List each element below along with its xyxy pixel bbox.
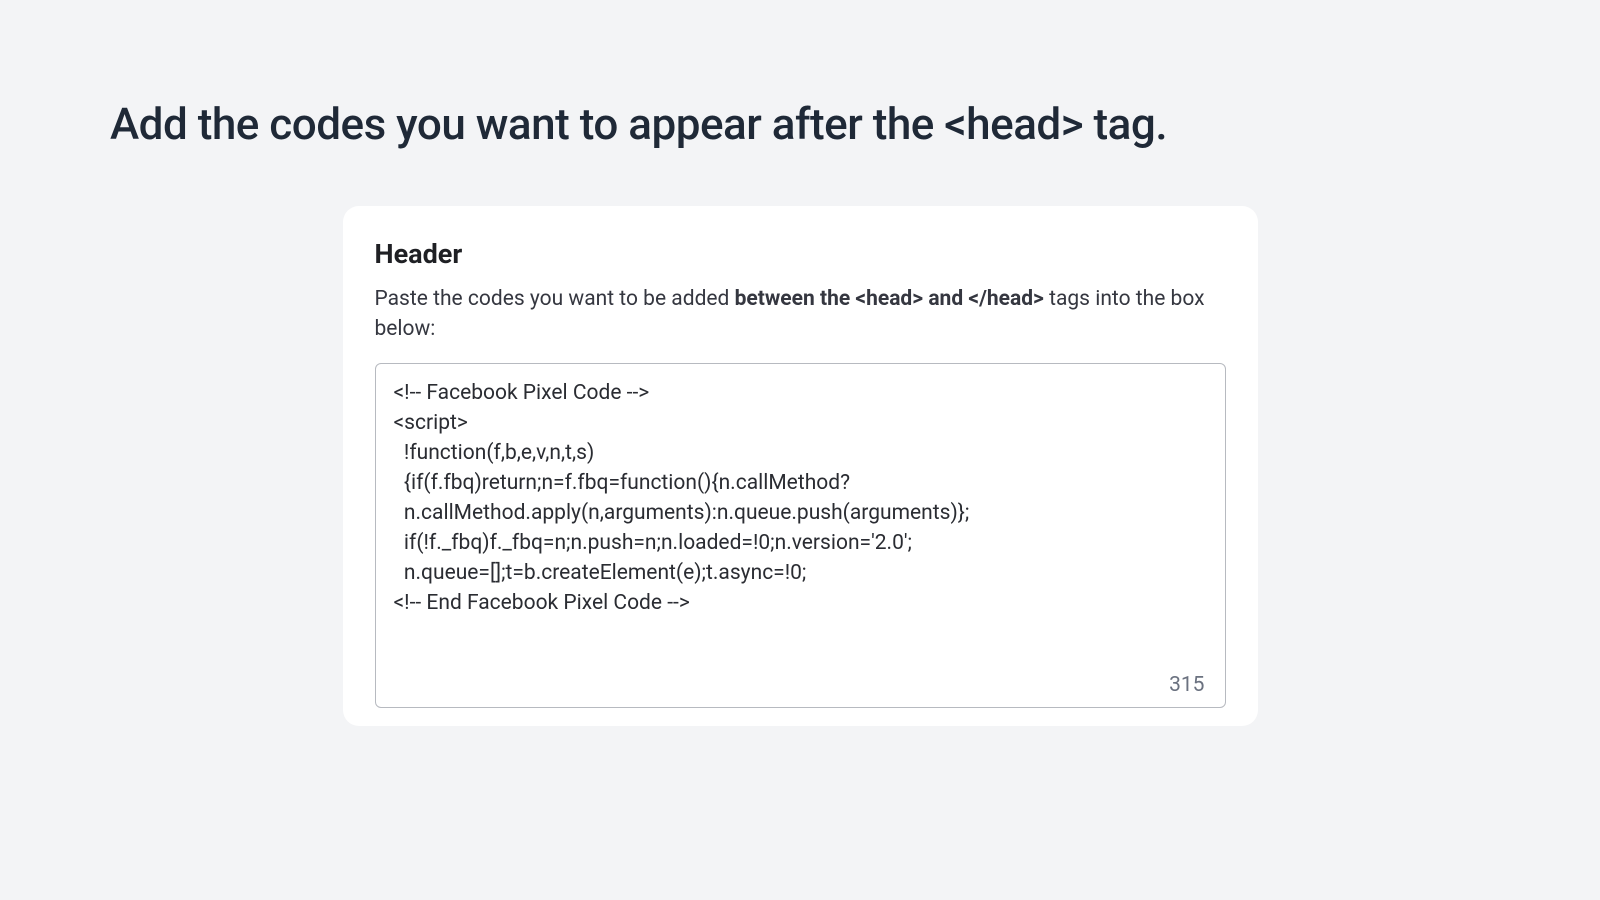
desc-bold: between the <head> and </head> <box>735 287 1044 311</box>
header-code-textarea[interactable] <box>376 364 1225 707</box>
settings-card: Header Paste the codes you want to be ad… <box>343 206 1258 726</box>
header-code-box: 315 <box>375 363 1226 708</box>
header-section-heading: Header <box>375 238 1226 270</box>
header-char-count: 315 <box>1169 673 1204 697</box>
header-section-description: Paste the codes you want to be added bet… <box>375 284 1226 345</box>
desc-prefix: Paste the codes you want to be added <box>375 287 735 311</box>
page-title: Add the codes you want to appear after t… <box>0 0 1600 150</box>
